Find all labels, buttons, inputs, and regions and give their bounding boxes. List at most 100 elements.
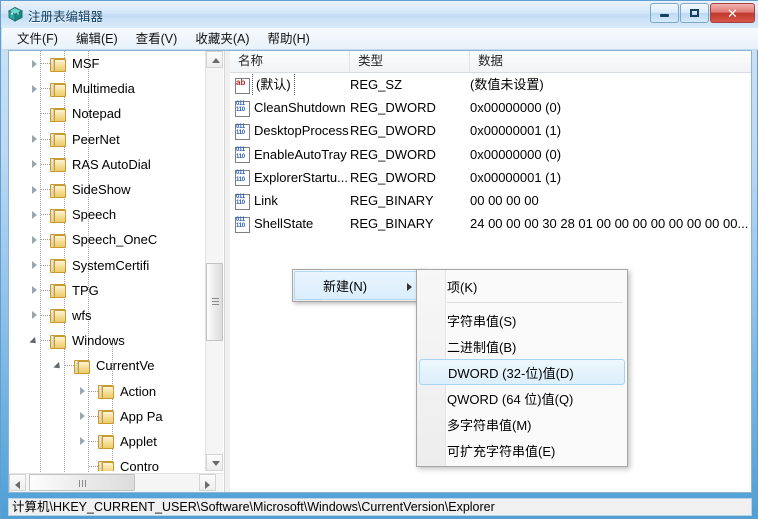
minimize-button[interactable] (650, 3, 679, 23)
value-data: 0x00000000 (0) (470, 100, 562, 116)
folder-icon (50, 82, 66, 97)
maximize-button[interactable] (680, 3, 709, 23)
submenu-arrow-icon (407, 283, 412, 291)
folder-icon (74, 359, 90, 374)
window-controls: ✕ (650, 3, 755, 25)
table-row[interactable]: 011 110 DesktopProcess REG_DWORD 0x00000001 … (230, 119, 751, 142)
chevron-right-icon[interactable] (29, 284, 41, 296)
value-name: CleanShutdown (254, 100, 346, 116)
status-bar: 计算机\HKEY_CURRENT_USER\Software\Microsoft… (8, 498, 752, 516)
tree-connector (41, 138, 50, 141)
table-row[interactable]: 011 110 CleanShutdown REG_DWORD 0x00000000 (… (230, 96, 751, 119)
menu-file[interactable]: 文件(F) (8, 29, 67, 49)
chevron-right-icon[interactable] (77, 385, 89, 397)
table-row[interactable]: ab (默认) REG_SZ (数值未设置) (230, 73, 751, 96)
chevron-right-icon[interactable] (29, 158, 41, 170)
value-name: Link (254, 193, 278, 208)
context-menu-item-label: 新建(N) (323, 279, 368, 294)
menu-help[interactable]: 帮助(H) (258, 29, 318, 49)
tree-node-notepad[interactable]: Notepad (9, 101, 205, 126)
tree-node-contro[interactable]: Contro (9, 454, 205, 471)
scroll-up-button[interactable] (206, 51, 223, 68)
folder-icon (50, 308, 66, 324)
tree-node-wfs[interactable]: wfs (9, 303, 205, 328)
tree-connector (89, 440, 98, 443)
value-name-cell: 011 110 ShellState (230, 212, 350, 235)
tree-node-label: RAS AutoDial (72, 156, 151, 172)
column-name[interactable]: 名称 (230, 51, 350, 72)
new-submenu[interactable]: 项(K) 字符串值(S) 二进制值(B) DWORD (32-位)值(D) QWORD … (416, 269, 628, 467)
vertical-scroll-thumb[interactable] (206, 263, 223, 341)
tree-node-msf[interactable]: MSF (9, 51, 205, 76)
chevron-down-icon[interactable] (53, 360, 65, 372)
tree-node-label: Speech_OneC (72, 232, 158, 248)
registry-tree-pane[interactable]: MSF Multimedia Notepad PeerNet RAS AutoDial S… (9, 51, 223, 492)
submenu-item-5[interactable]: 多字符串值(M) (419, 411, 625, 437)
value-name-cell: 011 110 Link (230, 189, 350, 212)
table-row[interactable]: 011 110 EnableAutoTray REG_DWORD 0x00000000 … (230, 143, 751, 166)
chevron-right-icon[interactable] (77, 410, 89, 422)
context-menu-item-new[interactable]: 新建(N) (294, 271, 423, 300)
folder-icon (98, 460, 114, 471)
tree-horizontal-scrollbar[interactable] (9, 473, 223, 492)
scroll-right-button[interactable] (199, 474, 216, 491)
scroll-left-button[interactable] (9, 474, 26, 491)
binary-value-icon: 011 110 (235, 170, 250, 187)
tree-node-label: MSF (72, 56, 100, 72)
tree-vertical-scrollbar[interactable] (205, 51, 223, 471)
chevron-right-icon[interactable] (29, 309, 41, 321)
tree-node-ras-autodial[interactable]: RAS AutoDial (9, 152, 205, 177)
table-row[interactable]: 011 110 ExplorerStartu... REG_DWORD 0x000000… (230, 166, 751, 189)
menu-favorites[interactable]: 收藏夹(A) (186, 29, 258, 49)
chevron-right-icon[interactable] (29, 133, 41, 145)
tree-node-label: wfs (72, 307, 92, 323)
folder-icon (50, 157, 66, 173)
scroll-down-button[interactable] (206, 454, 223, 471)
submenu-item-3[interactable]: DWORD (32-位)值(D) (419, 359, 625, 385)
tree-node-speech-onec[interactable]: Speech_OneC (9, 227, 205, 252)
tree-node-currentve[interactable]: CurrentVe (9, 353, 205, 378)
tree-node-applet[interactable]: Applet (9, 429, 205, 454)
tree-node-action[interactable]: Action (9, 378, 205, 403)
menu-edit[interactable]: 编辑(E) (67, 29, 127, 49)
column-type[interactable]: 类型 (350, 51, 470, 72)
tree-node-windows[interactable]: Windows (9, 328, 205, 353)
folder-icon (50, 208, 66, 223)
chevron-right-icon[interactable] (29, 209, 41, 221)
tree-node-sideshow[interactable]: SideShow (9, 177, 205, 202)
submenu-item-1[interactable]: 字符串值(S) (419, 307, 625, 333)
context-menu[interactable]: 新建(N) (292, 269, 425, 302)
submenu-item-0[interactable]: 项(K) (419, 273, 625, 299)
submenu-item-6[interactable]: 可扩充字符串值(E) (419, 437, 625, 463)
submenu-item-label: 字符串值(S) (447, 313, 517, 329)
chevron-right-icon[interactable] (29, 83, 41, 95)
chevron-right-icon[interactable] (29, 234, 41, 246)
tree-node-speech[interactable]: Speech (9, 202, 205, 227)
menu-view[interactable]: 查看(V) (127, 29, 187, 49)
tree-node-tpg[interactable]: TPG (9, 278, 205, 303)
tree-node-app-pa[interactable]: App Pa (9, 404, 205, 429)
tree-node-systemcertifi[interactable]: SystemCertifi (9, 253, 205, 278)
tree-node-list[interactable]: MSF Multimedia Notepad PeerNet RAS AutoDial S… (9, 51, 205, 471)
table-row[interactable]: 011 110 Link REG_BINARY 00 00 00 00 (230, 189, 751, 212)
binary-value-icon: 011 110 (235, 123, 250, 140)
chevron-down-icon[interactable] (29, 335, 41, 347)
submenu-item-4[interactable]: QWORD (64 位)值(Q) (419, 385, 625, 411)
value-name-cell: 011 110 EnableAutoTray (230, 143, 350, 166)
column-data[interactable]: 数据 (470, 51, 751, 72)
chevron-right-icon[interactable] (29, 184, 41, 196)
submenu-item-2[interactable]: 二进制值(B) (419, 333, 625, 359)
table-row[interactable]: 011 110 ShellState REG_BINARY 24 00 00 00 30… (230, 212, 751, 235)
horizontal-scroll-thumb[interactable] (29, 474, 135, 491)
submenu-item-label: 项(K) (447, 279, 478, 295)
tree-node-peernet[interactable]: PeerNet (9, 127, 205, 152)
tree-node-label: Multimedia (72, 81, 135, 97)
chevron-right-icon[interactable] (29, 58, 41, 70)
folder-icon (98, 409, 114, 425)
close-button[interactable]: ✕ (710, 3, 755, 23)
tree-node-multimedia[interactable]: Multimedia (9, 76, 205, 101)
chevron-right-icon[interactable] (29, 259, 41, 271)
title-bar[interactable]: 注册表编辑器 ✕ (1, 1, 758, 29)
chevron-right-icon[interactable] (77, 435, 89, 447)
value-type: REG_SZ (350, 77, 403, 92)
